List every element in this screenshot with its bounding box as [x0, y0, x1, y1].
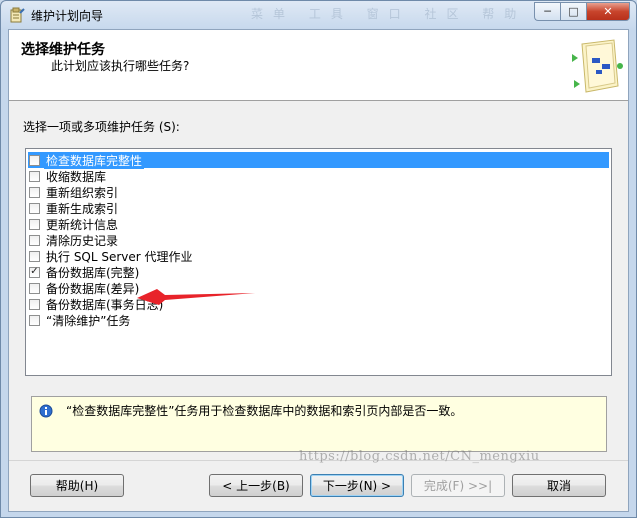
- task-list-item[interactable]: 更新统计信息: [28, 216, 611, 232]
- task-list-item[interactable]: “清除维护”任务: [28, 312, 611, 328]
- task-list-item[interactable]: ✓ 备份数据库(完整): [28, 264, 611, 280]
- task-description-text: “检查数据库完整性”任务用于检查数据库中的数据和索引页内部是否一致。: [66, 404, 463, 418]
- task-list-item[interactable]: 收缩数据库: [28, 168, 611, 184]
- next-button[interactable]: 下一步(N) >: [310, 474, 404, 497]
- wizard-footer: 帮助(H) < 上一步(B) 下一步(N) > 完成(F) >>| 取消: [9, 460, 628, 514]
- task-checkbox[interactable]: [29, 202, 40, 214]
- task-list-item[interactable]: 检查数据库完整性: [28, 151, 609, 169]
- task-label: 清除历史记录: [46, 233, 119, 248]
- task-list-item[interactable]: 执行 SQL Server 代理作业: [28, 248, 611, 264]
- task-list-label: 选择一项或多项维护任务 (S):: [23, 120, 180, 134]
- background-menu-ghost: 菜单 工具 窗口 社区 帮助: [251, 7, 527, 21]
- back-button[interactable]: < 上一步(B): [209, 474, 303, 497]
- finish-button[interactable]: 完成(F) >>|: [411, 474, 505, 497]
- task-checkbox[interactable]: [29, 250, 40, 262]
- task-label: 检查数据库完整性: [44, 151, 145, 169]
- task-list-item[interactable]: 重新组织索引: [28, 184, 611, 200]
- task-checkbox[interactable]: [29, 218, 40, 230]
- caption-buttons: ─ □ ✕: [534, 2, 630, 21]
- task-label: 收缩数据库: [46, 169, 107, 184]
- task-list-item[interactable]: 清除历史记录: [28, 232, 611, 248]
- watermark-text: https://blog.csdn.net/CN_mengxiu: [299, 449, 540, 464]
- task-checkbox[interactable]: [29, 234, 40, 246]
- page-subtitle: 此计划应该执行哪些任务?: [51, 59, 190, 73]
- close-button[interactable]: ✕: [586, 2, 630, 21]
- minimize-button[interactable]: ─: [534, 2, 560, 21]
- task-checkbox[interactable]: [29, 170, 40, 182]
- maximize-button[interactable]: □: [560, 2, 586, 21]
- task-list-item[interactable]: 备份数据库(事务日志): [28, 296, 611, 312]
- task-list-item[interactable]: 备份数据库(差异): [28, 280, 611, 296]
- page-title: 选择维护任务: [21, 42, 105, 58]
- task-label: 备份数据库(差异): [46, 281, 140, 296]
- task-label: 更新统计信息: [46, 217, 119, 232]
- wizard-client-area: 选择维护任务 此计划应该执行哪些任务? 选择一项或多项维护任务 (S): 检查数…: [8, 29, 629, 512]
- wizard-app-icon: [10, 7, 25, 23]
- task-list-item[interactable]: 重新生成索引: [28, 200, 611, 216]
- task-checkbox[interactable]: ✓: [29, 266, 40, 278]
- annotation-arrow: [137, 289, 255, 305]
- task-label: 执行 SQL Server 代理作业: [46, 249, 193, 264]
- task-checkbox[interactable]: [29, 282, 40, 294]
- info-icon: [39, 404, 53, 418]
- maintenance-wizard-icon: [572, 39, 623, 93]
- wizard-window: 维护计划向导 菜单 工具 窗口 社区 帮助 ─ □ ✕ 选择维护任务 此计划应该…: [0, 0, 637, 518]
- cancel-button[interactable]: 取消: [512, 474, 606, 497]
- task-checkbox[interactable]: [29, 186, 40, 198]
- task-label: 重新组织索引: [46, 185, 119, 200]
- maintenance-task-list[interactable]: 检查数据库完整性 收缩数据库 重新组织索引 重新生成索引 更新统计信息 清除历史记录 执行 …: [25, 148, 612, 376]
- task-label: 重新生成索引: [46, 201, 119, 216]
- task-checkbox[interactable]: [29, 314, 40, 326]
- window-title: 维护计划向导: [31, 9, 104, 23]
- task-label: 备份数据库(完整): [46, 265, 140, 280]
- task-label: “清除维护”任务: [46, 313, 131, 328]
- wizard-header: 选择维护任务 此计划应该执行哪些任务?: [9, 30, 628, 101]
- task-checkbox[interactable]: [29, 154, 40, 166]
- title-bar[interactable]: 维护计划向导 菜单 工具 窗口 社区 帮助 ─ □ ✕: [1, 1, 636, 28]
- help-button[interactable]: 帮助(H): [30, 474, 124, 497]
- task-checkbox[interactable]: [29, 298, 40, 310]
- task-description-box: “检查数据库完整性”任务用于检查数据库中的数据和索引页内部是否一致。: [31, 396, 607, 452]
